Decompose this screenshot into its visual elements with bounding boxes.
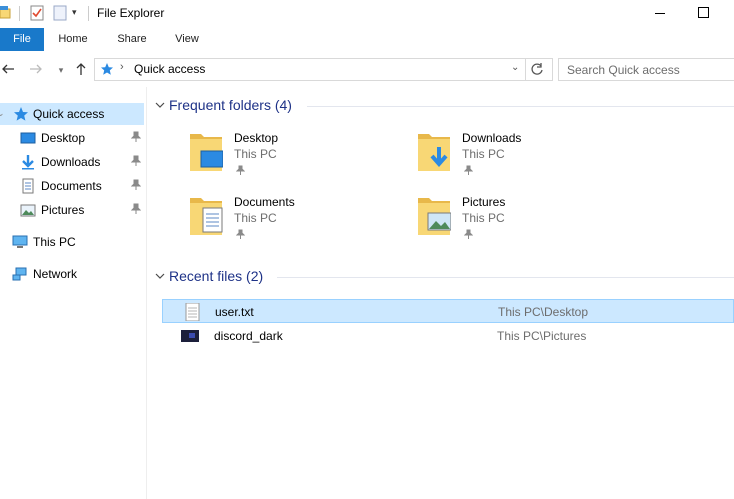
- sidebar-item-label: Desktop: [41, 131, 86, 145]
- folder-name: Desktop: [234, 131, 279, 145]
- ribbon-tabs: File Home Share View: [0, 28, 734, 52]
- address-row: ▾ › Quick access ⌄ Search Quick access: [0, 51, 734, 87]
- folder-name: Documents: [234, 195, 295, 209]
- sidebar-item-label: Downloads: [41, 155, 101, 169]
- sidebar-item-network[interactable]: › Network: [0, 263, 144, 285]
- group-title: Recent files (2): [169, 268, 264, 284]
- address-bar[interactable]: › Quick access ⌄: [94, 58, 553, 81]
- forward-icon[interactable]: [28, 61, 44, 77]
- documents-folder-icon: [190, 198, 223, 235]
- pictures-folder-icon: [418, 198, 451, 235]
- folder-tile-desktop[interactable]: Desktop This PC: [189, 131, 409, 185]
- folder-location: This PC: [234, 211, 277, 225]
- sidebar-item-label: Documents: [41, 179, 102, 193]
- sidebar-item-quick-access[interactable]: ⌄ Quick access: [0, 103, 144, 125]
- star-icon: [14, 107, 28, 121]
- sidebar-item-label: This PC: [33, 235, 76, 249]
- search-input[interactable]: Search Quick access: [558, 58, 734, 81]
- pin-icon[interactable]: [131, 203, 141, 215]
- customize-qat-icon[interactable]: ▾: [72, 7, 77, 18]
- collapse-chevron-icon[interactable]: [155, 272, 165, 280]
- tab-file[interactable]: File: [0, 28, 44, 51]
- sidebar-item-label: Pictures: [41, 203, 85, 217]
- folder-tile-downloads[interactable]: Downloads This PC: [417, 131, 637, 185]
- documents-icon: [22, 178, 34, 194]
- breadcrumb-separator-icon[interactable]: ›: [120, 61, 124, 73]
- window-title: File Explorer: [97, 6, 165, 20]
- folder-tile-pictures[interactable]: Pictures This PC: [417, 195, 637, 249]
- pin-icon[interactable]: [131, 155, 141, 167]
- downloads-icon: [22, 155, 34, 170]
- group-divider: [307, 106, 734, 107]
- sidebar-item-desktop[interactable]: Desktop: [0, 127, 144, 149]
- folder-name: Pictures: [462, 195, 506, 209]
- tab-view[interactable]: View: [166, 28, 208, 51]
- folder-location: This PC: [234, 147, 277, 161]
- file-location: This PC\Pictures: [497, 329, 587, 343]
- tab-home[interactable]: Home: [52, 28, 94, 51]
- minimize-button[interactable]: [636, 0, 682, 27]
- content-pane: Frequent folders (4) Desktop This PC Dow…: [147, 87, 734, 499]
- new-folder-icon[interactable]: [53, 5, 67, 21]
- file-location: This PC\Desktop: [498, 305, 589, 319]
- pictures-icon: [20, 204, 36, 217]
- search-placeholder: Search Quick access: [567, 63, 680, 77]
- file-name: discord_dark: [214, 329, 283, 343]
- pin-icon: [236, 165, 245, 175]
- pin-icon: [464, 165, 473, 175]
- folder-location: This PC: [462, 211, 505, 225]
- pin-icon: [464, 229, 473, 239]
- sidebar-item-documents[interactable]: Documents: [0, 175, 144, 197]
- expand-chevron-icon[interactable]: ⌄: [0, 108, 5, 119]
- network-icon: [12, 267, 27, 281]
- sidebar-item-this-pc[interactable]: › This PC: [0, 231, 144, 253]
- explorer-icon[interactable]: [0, 5, 12, 19]
- group-title: Frequent folders (4): [169, 97, 292, 113]
- properties-icon[interactable]: [30, 5, 44, 21]
- navigation-pane: ⌄ Quick access Desktop Downloads Documen…: [0, 87, 147, 499]
- tab-share[interactable]: Share: [110, 28, 154, 51]
- table-row[interactable]: user.txt This PC\Desktop: [162, 299, 734, 323]
- group-divider: [277, 277, 734, 278]
- downloads-folder-icon: [418, 134, 450, 171]
- desktop-icon: [20, 132, 36, 144]
- sidebar-item-pictures[interactable]: Pictures: [0, 199, 144, 221]
- file-name: user.txt: [215, 305, 254, 319]
- address-dropdown-icon[interactable]: ⌄: [511, 62, 519, 73]
- pin-icon[interactable]: [131, 179, 141, 191]
- folder-name: Downloads: [462, 131, 522, 145]
- title-bar: ▾ File Explorer: [0, 0, 734, 27]
- back-icon[interactable]: [0, 61, 16, 77]
- sidebar-item-downloads[interactable]: Downloads: [0, 151, 144, 173]
- desktop-folder-icon: [190, 134, 223, 171]
- star-icon: [101, 63, 113, 75]
- image-file-icon: [181, 330, 199, 342]
- folder-tile-documents[interactable]: Documents This PC: [189, 195, 409, 249]
- frequent-folders-header[interactable]: Frequent folders (4): [155, 97, 315, 115]
- pin-icon: [236, 229, 245, 239]
- computer-icon: [12, 235, 28, 248]
- pin-icon[interactable]: [131, 131, 141, 143]
- collapse-chevron-icon[interactable]: [155, 101, 165, 109]
- maximize-button[interactable]: [680, 0, 726, 27]
- sidebar-item-label: Network: [33, 267, 78, 281]
- text-file-icon: [185, 303, 200, 321]
- sidebar-item-label: Quick access: [33, 107, 105, 121]
- recent-files-header[interactable]: Recent files (2): [155, 268, 285, 286]
- refresh-icon[interactable]: [530, 62, 544, 76]
- up-icon[interactable]: [73, 61, 89, 77]
- table-row[interactable]: discord_dark This PC\Pictures: [162, 324, 734, 348]
- breadcrumb[interactable]: Quick access: [134, 62, 205, 76]
- recent-locations-icon[interactable]: ▾: [53, 62, 69, 78]
- folder-location: This PC: [462, 147, 505, 161]
